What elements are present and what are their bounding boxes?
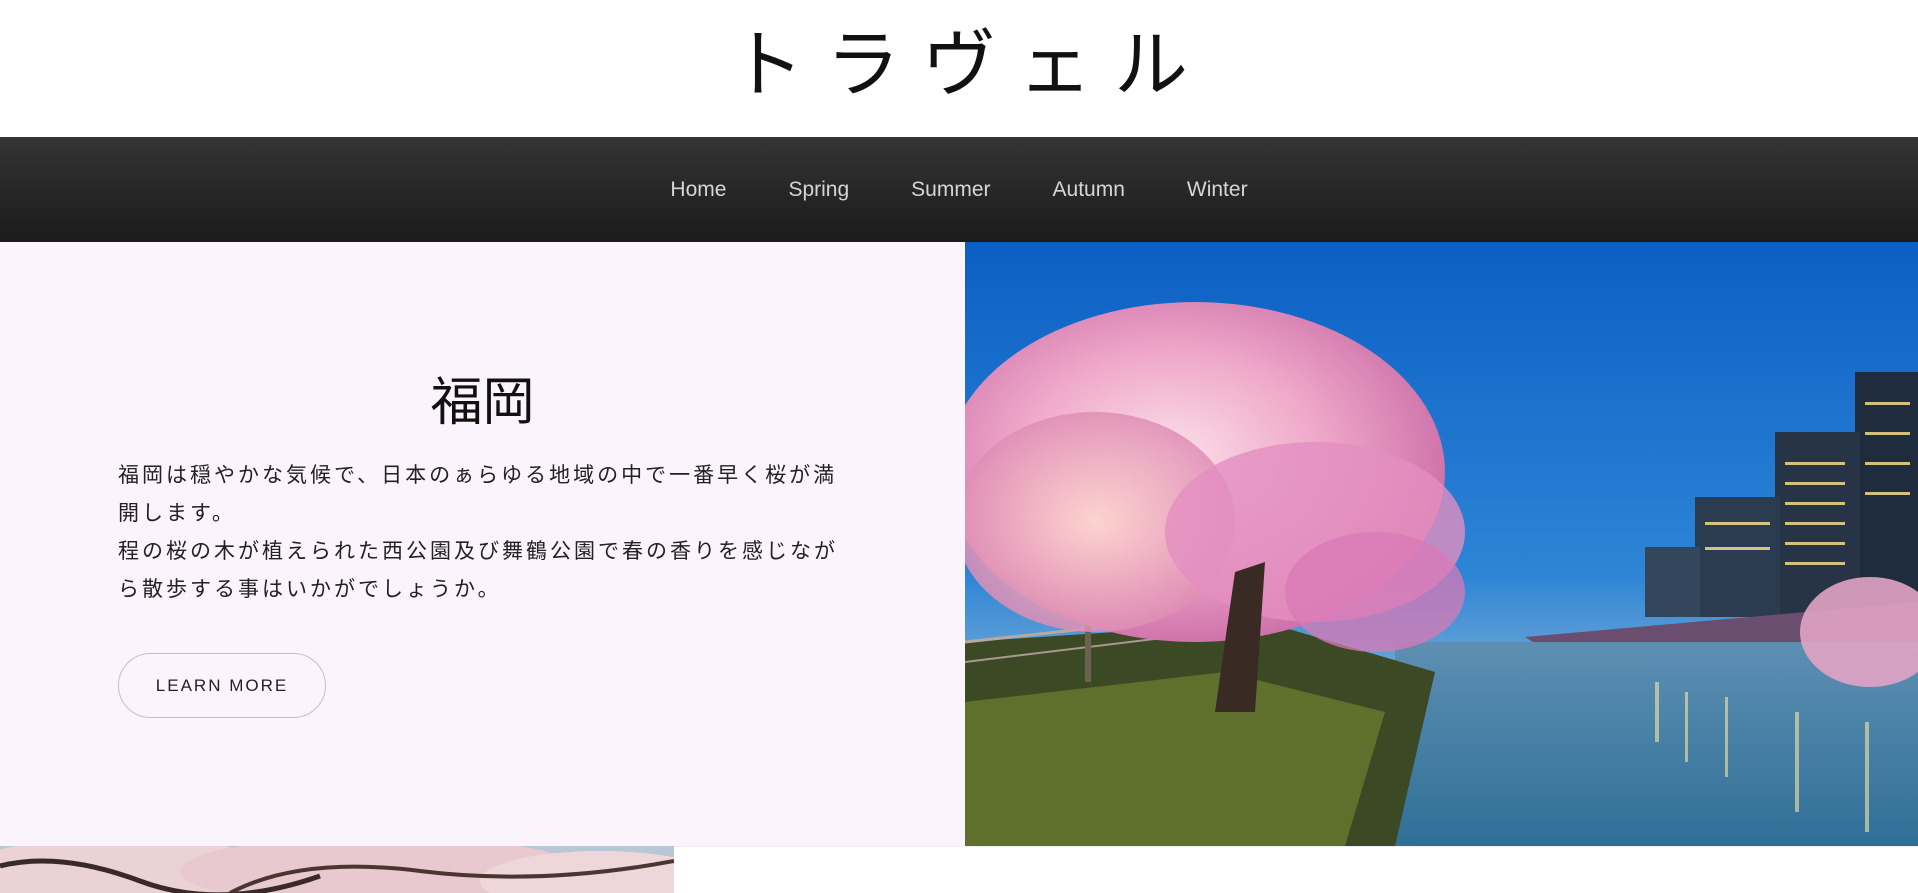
learn-more-button[interactable]: LEARN MORE <box>118 653 326 718</box>
next-section-image <box>0 846 674 893</box>
next-section-text-area <box>674 846 1918 893</box>
main-nav: Home Spring Summer Autumn Winter <box>0 137 1918 242</box>
hero-description: 福岡は穏やかな気候で、日本のぁらゆる地域の中で一番早く桜が満開します。 程の桜の… <box>118 456 838 608</box>
nav-item-autumn[interactable]: Autumn <box>1053 178 1125 202</box>
site-title[interactable]: トラヴェル <box>708 28 1210 102</box>
hero-description-paragraph-1: 福岡は穏やかな気候で、日本のぁらゆる地域の中で一番早く桜が満開します。 <box>118 463 838 525</box>
hero-text-panel: 福岡 福岡は穏やかな気候で、日本のぁらゆる地域の中で一番早く桜が満開します。 程… <box>0 242 965 846</box>
nav-item-winter[interactable]: Winter <box>1187 178 1248 202</box>
nav-item-spring[interactable]: Spring <box>788 178 849 202</box>
nav-item-home[interactable]: Home <box>670 178 726 202</box>
hero-description-paragraph-2: 程の桜の木が植えられた西公園及び舞鶴公園で春の香りを感じながら散歩する事はいかが… <box>118 539 838 601</box>
nav-item-summer[interactable]: Summer <box>911 178 990 202</box>
cherry-branches-photo <box>0 846 674 893</box>
cherry-blossom-river-photo <box>965 242 1918 846</box>
hero-image <box>965 242 1918 846</box>
site-header: トラヴェル <box>0 0 1918 137</box>
hero-heading: 福岡 <box>430 373 535 433</box>
